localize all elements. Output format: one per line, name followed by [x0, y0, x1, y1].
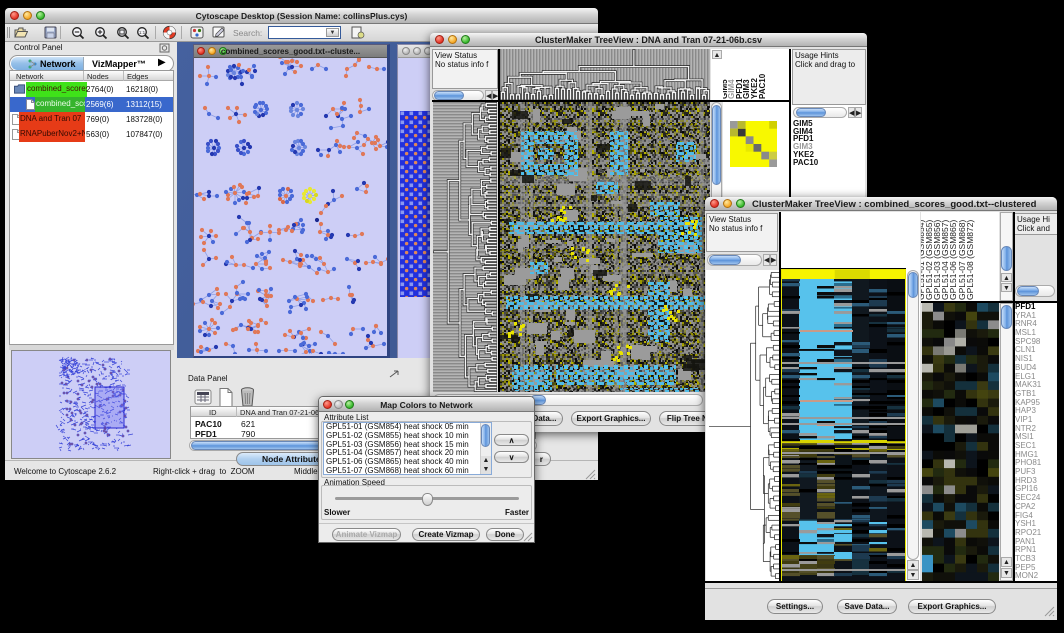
- svg-text:1:1: 1:1: [139, 30, 146, 35]
